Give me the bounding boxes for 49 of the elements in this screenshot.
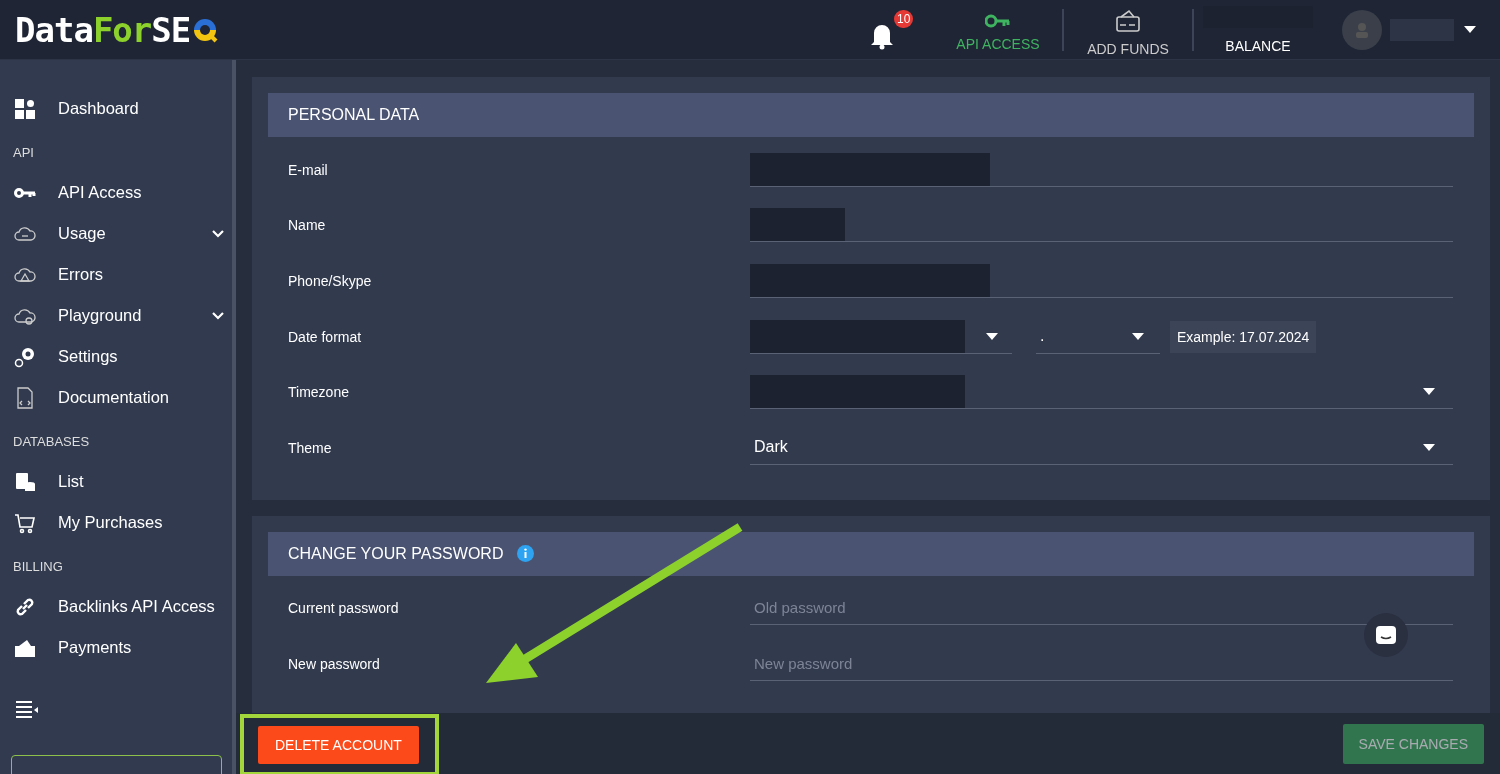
field-label: Timezone (288, 384, 350, 401)
input-field[interactable] (750, 208, 1453, 243)
sidebar-item[interactable]: Backlinks API Access (0, 586, 236, 627)
section-title: CHANGE YOUR PASSWORD (288, 544, 504, 563)
sidebar-item[interactable]: Documentation (0, 377, 236, 418)
sidebar-item[interactable]: Usage (0, 213, 236, 254)
sidebar-item[interactable]: Payments (0, 627, 236, 668)
date-example: Example: 17.07.2024 (1170, 320, 1317, 353)
section-heading: BILLING (12, 558, 64, 576)
caret-icon[interactable] (1464, 25, 1476, 34)
key-icon (985, 13, 1011, 28)
field-label: Phone/Skype (288, 273, 373, 289)
field-label: Date format (288, 328, 363, 345)
field-label: E-mail (288, 161, 329, 178)
separator-select[interactable]: . (1036, 319, 1160, 354)
collapse-menu-icon[interactable] (15, 700, 39, 718)
field-label: Current password (288, 600, 400, 617)
field-label: Theme (288, 439, 333, 456)
field-label: New password (288, 655, 381, 672)
sidebar-item[interactable]: List (0, 461, 236, 502)
sidebar-item[interactable]: Settings (0, 336, 236, 377)
section-heading: API (12, 144, 35, 162)
sidebar-item[interactable]: Playground (0, 295, 236, 336)
caret-icon (1423, 388, 1435, 396)
section-title: PERSONAL DATA (268, 93, 1474, 137)
dashboard-icon (13, 96, 37, 121)
sidebar-item[interactable]: Dashboard (0, 88, 236, 129)
select-field[interactable]: Dark (750, 430, 1453, 465)
avatar-icon[interactable] (1342, 9, 1382, 50)
balance-label: BALANCE (1225, 37, 1291, 54)
chevron-down-icon[interactable] (212, 229, 224, 238)
select-field[interactable] (750, 319, 1012, 354)
caret-icon (1132, 332, 1144, 340)
info-icon[interactable] (517, 545, 535, 563)
sidebar-item[interactable]: Errors (0, 254, 236, 295)
sidebar-item[interactable]: API Access (0, 172, 236, 213)
nav-tab[interactable]: ADD FUNDS (1064, 2, 1192, 57)
logo[interactable]: DataForSE (15, 9, 221, 50)
section-heading: DATABASES (12, 433, 91, 451)
caret-icon (1423, 443, 1435, 451)
select-field[interactable] (750, 375, 1453, 410)
input-field[interactable] (750, 152, 1453, 187)
caret-icon (986, 332, 998, 340)
nav-tab[interactable]: API ACCESS (934, 7, 1062, 52)
input-field[interactable] (750, 264, 1453, 298)
notifications-button[interactable]: 10 (870, 9, 914, 50)
chevron-down-icon[interactable] (212, 311, 224, 320)
field-label: Name (288, 217, 327, 234)
sidebar-item[interactable]: My Purchases (0, 502, 236, 543)
